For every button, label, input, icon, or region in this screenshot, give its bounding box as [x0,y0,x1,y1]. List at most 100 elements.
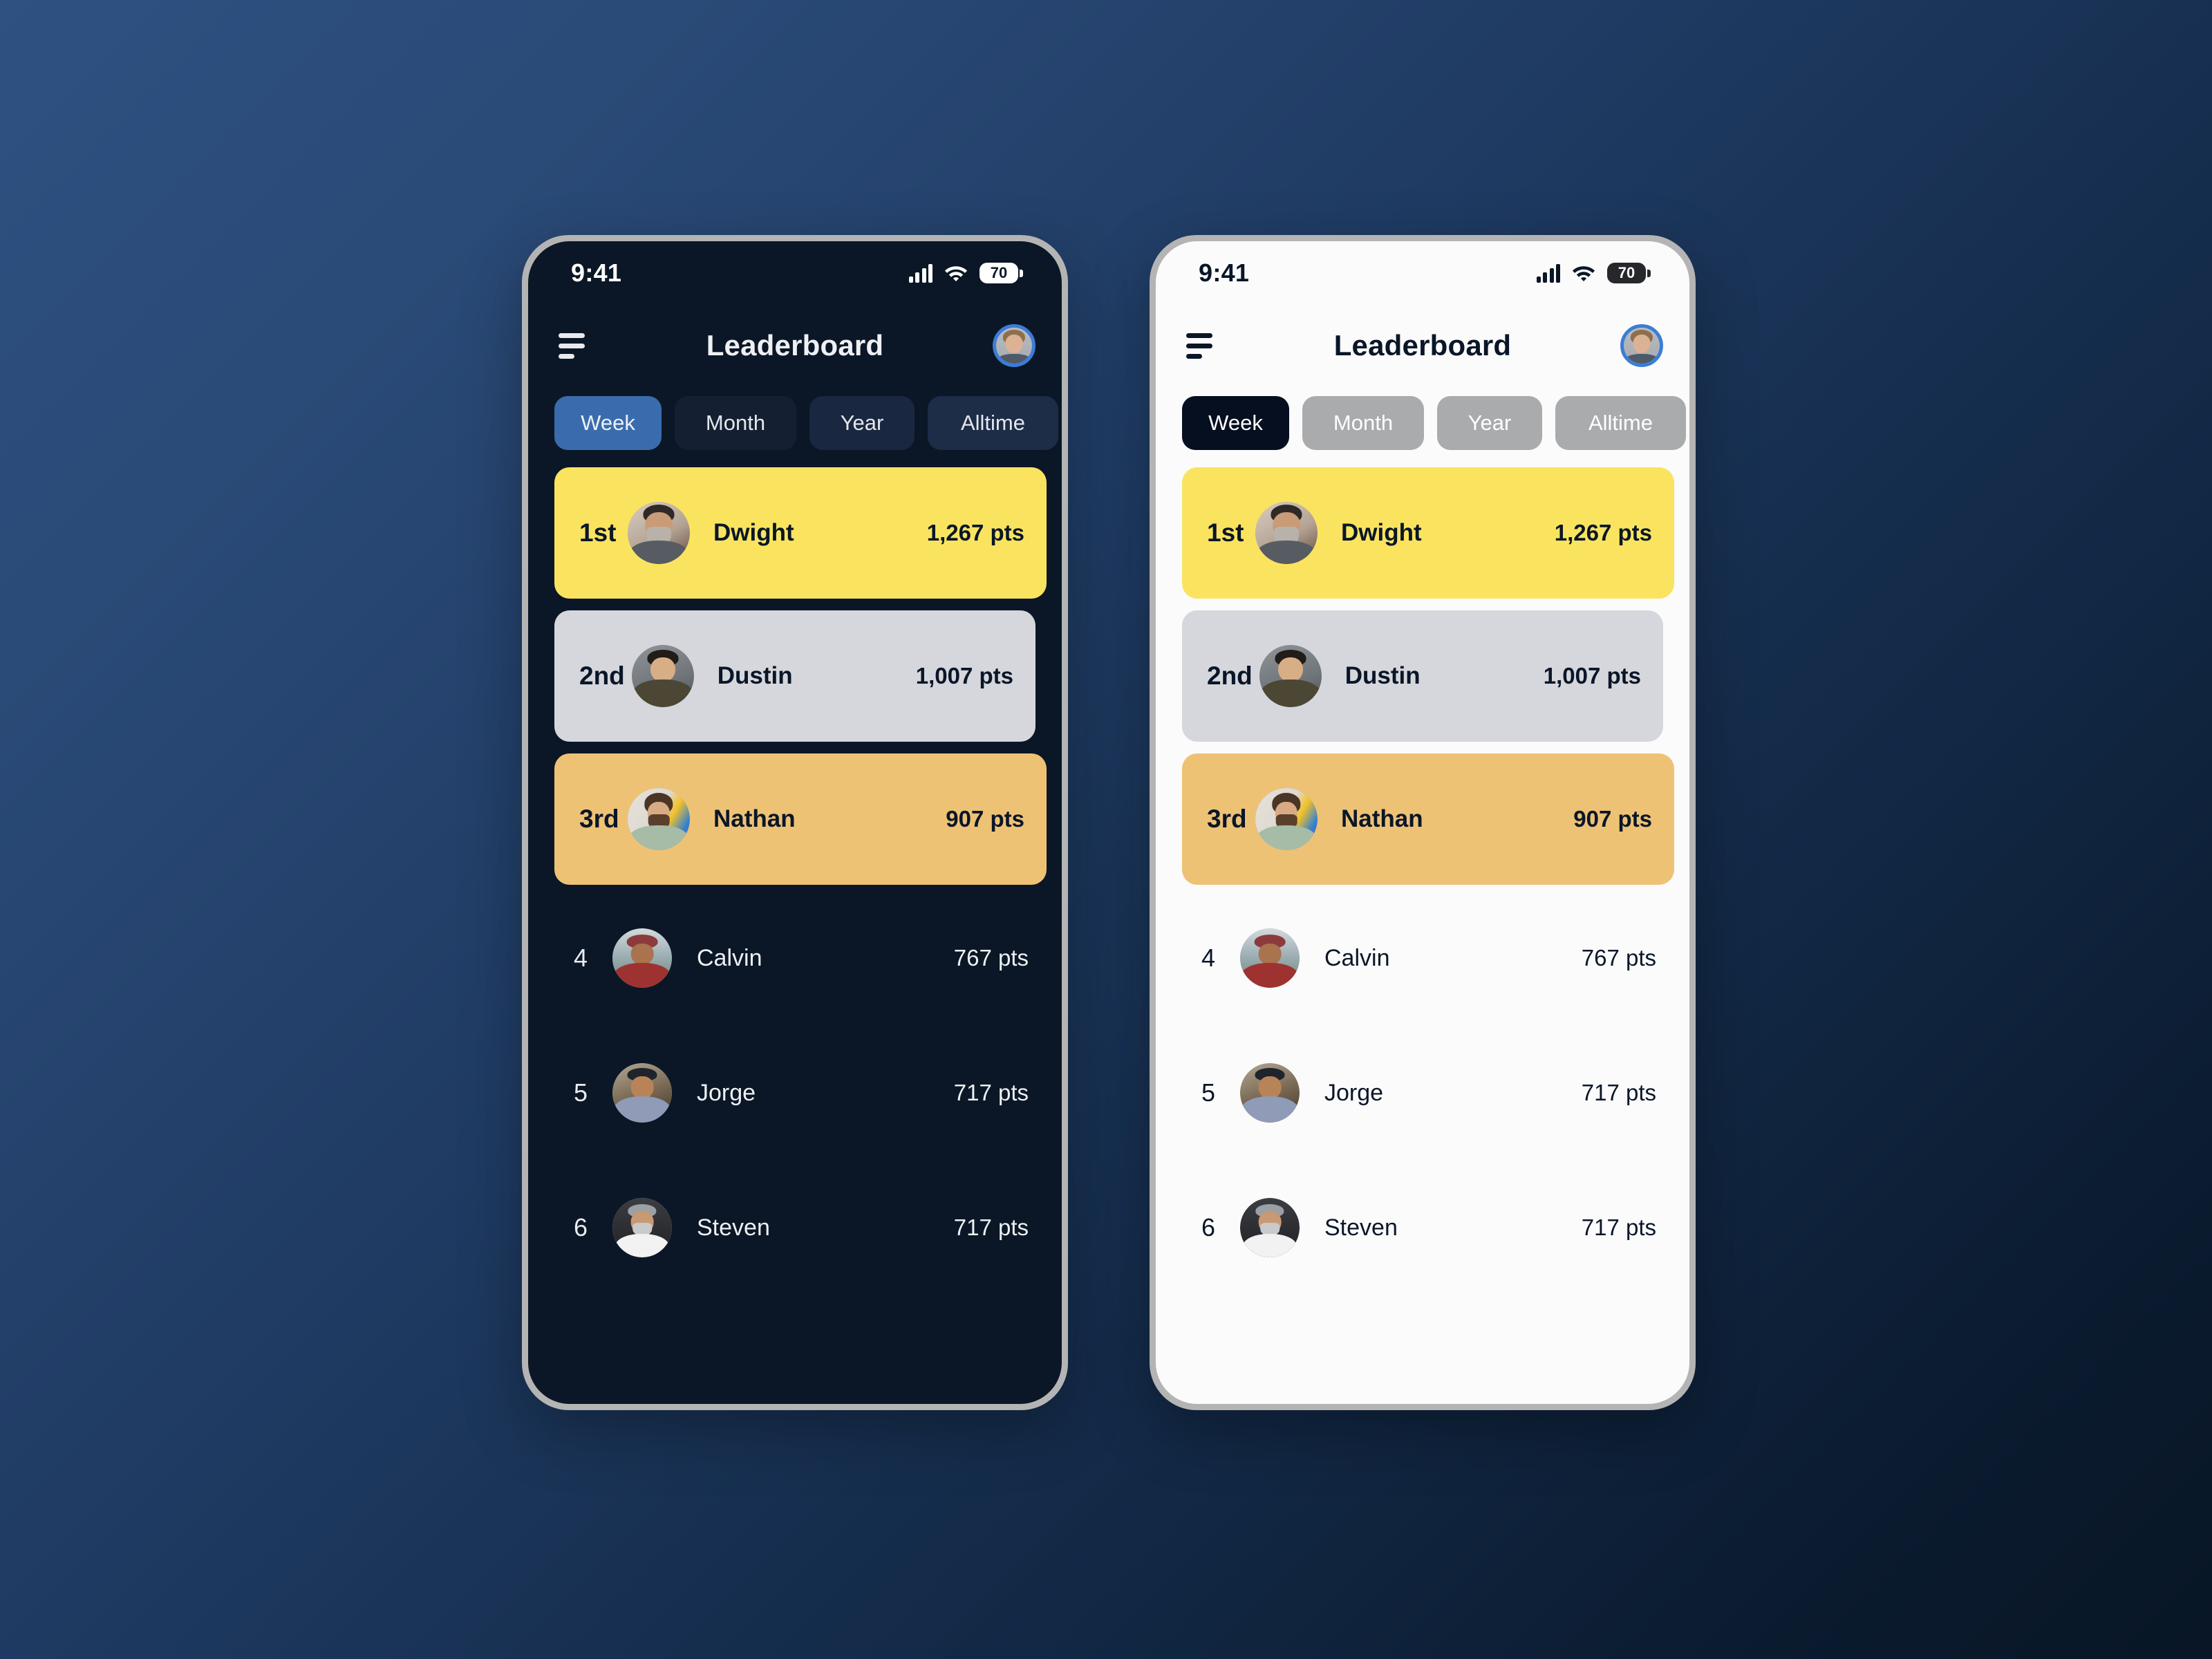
avatar [1255,788,1318,850]
player-name: Jorge [1324,1079,1384,1106]
status-bar: 9:41 70 [528,241,1062,305]
avatar [612,928,672,988]
player-points: 767 pts [1581,945,1656,971]
table-row[interactable]: 5 Jorge 717 pts [1182,1031,1663,1154]
avatar [1240,928,1300,988]
player-name: Steven [697,1214,770,1241]
avatar [628,502,690,564]
player-name: Steven [1324,1214,1398,1241]
player-name: Nathan [713,805,796,832]
avatar-photo [1624,328,1660,364]
player-points: 717 pts [1581,1080,1656,1105]
rank-label: 4 [1201,944,1216,972]
app-screen-dark: 9:41 70 Leaderboard Week Month Year Allt… [528,241,1062,1404]
tab-week[interactable]: Week [554,396,662,450]
signal-bars-icon [1536,263,1560,283]
avatar[interactable] [1620,324,1663,367]
avatar [628,788,690,850]
rank-label: 1st [579,518,617,547]
rank-label: 1st [1207,518,1244,547]
table-row[interactable]: 3rd Nathan 907 pts [554,753,1047,885]
player-points: 717 pts [953,1215,1029,1240]
player-points: 767 pts [953,945,1029,971]
battery-icon: 70 [1607,263,1651,283]
avatar [1255,502,1318,564]
player-points: 1,007 pts [915,663,1013,688]
player-name: Nathan [1341,805,1423,832]
wifi-icon [944,266,968,281]
app-bar: Leaderboard [1156,305,1689,386]
player-points: 1,267 pts [1554,520,1652,545]
status-bar: 9:41 70 [1156,241,1689,305]
rank-label: 6 [1201,1213,1216,1241]
status-time: 9:41 [1199,259,1250,287]
table-row[interactable]: 4 Calvin 767 pts [554,897,1035,1020]
table-row[interactable]: 1st Dwight 1,267 pts [1182,467,1674,599]
rank-label: 3rd [1207,805,1247,833]
player-name: Dwight [1341,519,1422,546]
rank-label: 2nd [579,662,625,690]
rank-label: 3rd [579,805,619,833]
table-row[interactable]: 2nd Dustin 1,007 pts [1182,610,1663,742]
player-name: Calvin [697,944,762,971]
table-row[interactable]: 5 Jorge 717 pts [554,1031,1035,1154]
tab-year[interactable]: Year [809,396,915,450]
avatar [1240,1063,1300,1123]
app-bar: Leaderboard [528,305,1062,386]
status-time: 9:41 [571,259,622,287]
rank-label: 2nd [1207,662,1253,690]
player-points: 717 pts [1581,1215,1656,1240]
phone-mockup-light: 9:41 70 Leaderboard Week Month Year Allt… [1150,235,1696,1410]
rank-label: 5 [574,1078,588,1107]
avatar-photo [996,328,1032,364]
player-points: 907 pts [946,806,1024,832]
avatar [1259,645,1322,707]
phone-mockup-dark: 9:41 70 Leaderboard Week Month Year Allt… [522,235,1068,1410]
table-row[interactable]: 3rd Nathan 907 pts [1182,753,1674,885]
tab-year[interactable]: Year [1437,396,1542,450]
rank-label: 5 [1201,1078,1216,1107]
table-row[interactable]: 4 Calvin 767 pts [1182,897,1663,1020]
tab-alltime[interactable]: Alltime [928,396,1058,450]
player-name: Jorge [697,1079,756,1106]
table-row[interactable]: 1st Dwight 1,267 pts [554,467,1047,599]
table-row[interactable]: 6 Steven 717 pts [1182,1166,1663,1289]
player-name: Dwight [713,519,794,546]
hamburger-menu-icon[interactable] [559,332,590,359]
avatar [612,1063,672,1123]
time-range-tabs: Week Month Year Alltime [1156,386,1689,450]
avatar [631,645,694,707]
avatar [1240,1198,1300,1257]
player-name: Dustin [717,662,793,689]
player-points: 717 pts [953,1080,1029,1105]
table-row[interactable]: 2nd Dustin 1,007 pts [554,610,1035,742]
page-title: Leaderboard [1333,329,1512,362]
hamburger-menu-icon[interactable] [1186,332,1218,359]
tab-week[interactable]: Week [1182,396,1289,450]
table-row[interactable]: 6 Steven 717 pts [554,1166,1035,1289]
app-screen-light: 9:41 70 Leaderboard Week Month Year Allt… [1156,241,1689,1404]
tab-alltime[interactable]: Alltime [1555,396,1686,450]
status-icons: 70 [1536,263,1651,283]
rank-label: 4 [574,944,588,972]
time-range-tabs: Week Month Year Alltime [528,386,1062,450]
screenshot-canvas: 9:41 70 Leaderboard Week Month Year Allt… [0,0,2212,1659]
battery-level: 70 [990,264,1008,281]
player-name: Calvin [1324,944,1390,971]
leaderboard-list: 1st Dwight 1,267 pts 2nd Dustin 1,007 pt… [528,450,1062,1404]
player-points: 907 pts [1573,806,1652,832]
rank-label: 6 [574,1213,588,1241]
battery-level: 70 [1618,264,1635,281]
avatar [612,1198,672,1257]
player-name: Dustin [1344,662,1421,689]
avatar[interactable] [993,324,1035,367]
tab-month[interactable]: Month [1302,396,1424,450]
wifi-icon [1572,266,1595,281]
page-title: Leaderboard [706,329,884,362]
battery-icon: 70 [980,263,1023,283]
player-points: 1,007 pts [1543,663,1641,688]
tab-month[interactable]: Month [675,396,796,450]
status-icons: 70 [908,263,1023,283]
signal-bars-icon [908,263,932,283]
player-points: 1,267 pts [926,520,1024,545]
